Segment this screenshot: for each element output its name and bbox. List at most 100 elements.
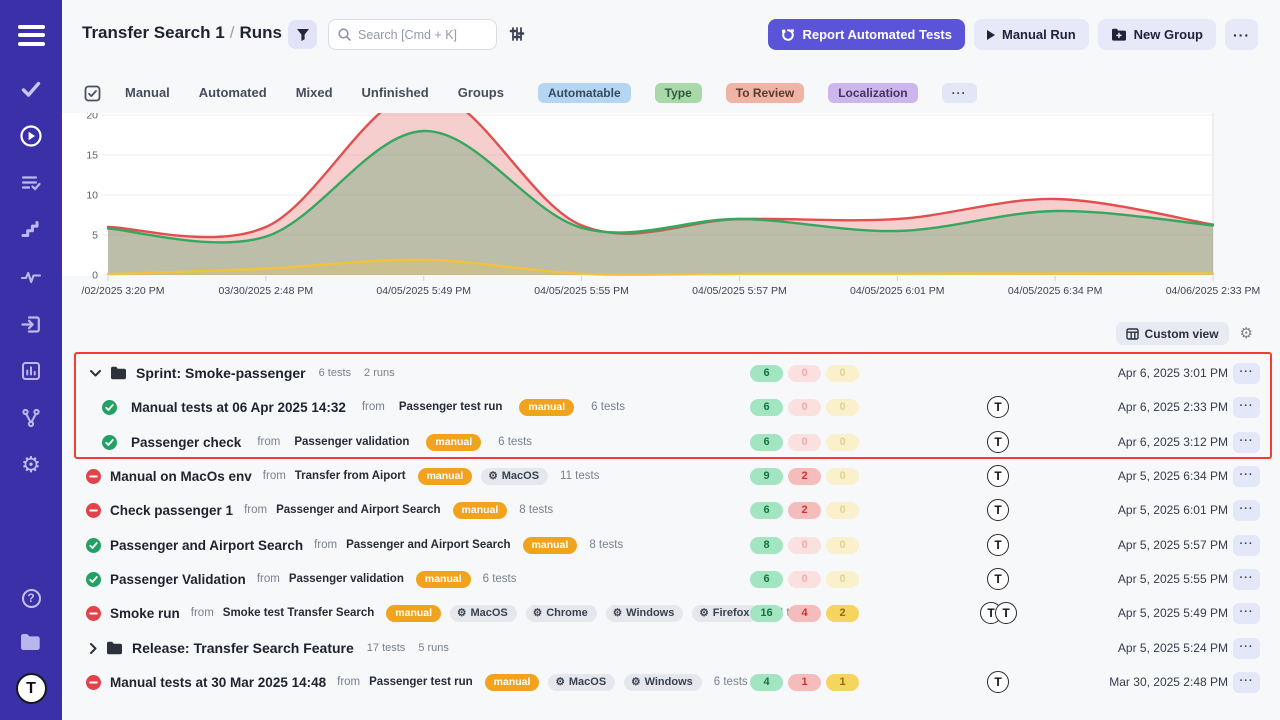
failed-count: 4 <box>788 605 821 622</box>
skipped-count: 0 <box>826 434 859 451</box>
manual-badge: manual <box>523 537 578 554</box>
passed-count: 6 <box>750 365 783 382</box>
run-row[interactable]: Manual on MacOs envfromTransfer from Aip… <box>62 459 1280 493</box>
header-more-button[interactable]: ··· <box>1225 19 1258 50</box>
manual-badge: manual <box>416 571 471 588</box>
library-button[interactable] <box>18 629 44 655</box>
failed-count: 2 <box>788 502 821 519</box>
assignee-avatars: T <box>987 534 1009 556</box>
run-title: Passenger check <box>131 435 241 450</box>
run-date: Apr 6, 2025 3:01 PM <box>1118 366 1228 380</box>
run-row[interactable]: Smoke runfromSmoke test Transfer Searchm… <box>62 596 1280 630</box>
chevron-down-icon[interactable] <box>90 370 101 377</box>
run-row[interactable]: Manual tests at 06 Apr 2025 14:32fromPas… <box>62 390 1280 424</box>
source-suite: Passenger and Airport Search <box>276 504 440 516</box>
sidebar-item-pulse[interactable] <box>18 264 44 290</box>
env-label: MacOS <box>470 607 507 619</box>
filter-chip-type[interactable]: Type <box>655 83 702 103</box>
sidebar-item-versions[interactable] <box>18 405 44 431</box>
filter-button[interactable] <box>288 20 317 49</box>
filter-chip--[interactable]: ··· <box>942 83 977 103</box>
row-more-button[interactable]: ··· <box>1233 363 1260 384</box>
x-tick-label: 04/05/2025 5:57 PM <box>674 285 804 297</box>
manual-badge: manual <box>426 434 481 451</box>
run-row[interactable]: Passenger ValidationfromPassenger valida… <box>62 562 1280 596</box>
run-row[interactable]: Manual tests at 30 Mar 2025 14:48fromPas… <box>62 665 1280 699</box>
check-icon <box>20 78 42 100</box>
filter-chip-localization[interactable]: Localization <box>828 83 917 103</box>
row-main: Check passenger 1fromPassenger and Airpo… <box>62 502 553 519</box>
group-row[interactable]: Sprint: Smoke-passenger6 tests2 runs600A… <box>62 356 1280 390</box>
breadcrumb-project[interactable]: Transfer Search 1 <box>82 23 225 42</box>
row-main: Manual tests at 30 Mar 2025 14:48fromPas… <box>62 674 748 691</box>
row-more-button[interactable]: ··· <box>1233 397 1260 418</box>
row-more-button[interactable]: ··· <box>1233 638 1260 659</box>
row-more-button[interactable]: ··· <box>1233 500 1260 521</box>
filter-chip-automatable[interactable]: Automatable <box>538 83 631 103</box>
sidebar-item-milestones[interactable] <box>18 217 44 243</box>
source-suite: Transfer from Aiport <box>295 470 406 482</box>
tests-count: 11 tests <box>560 470 599 482</box>
run-title: Smoke run <box>110 606 180 621</box>
env-label: Windows <box>626 607 674 619</box>
row-more-button[interactable]: ··· <box>1233 466 1260 487</box>
sidebar-item-runs[interactable] <box>18 123 44 149</box>
help-button[interactable]: ? <box>18 585 44 611</box>
folder-plus-icon <box>1111 28 1127 41</box>
row-more-button[interactable]: ··· <box>1233 603 1260 624</box>
tab-manual[interactable]: Manual <box>125 85 170 100</box>
search-input[interactable] <box>358 28 478 42</box>
sidebar-item-import[interactable] <box>18 311 44 337</box>
x-tick-label: 04/05/2025 5:55 PM <box>517 285 647 297</box>
run-row[interactable]: Passenger checkfromPassenger validationm… <box>62 425 1280 459</box>
row-main: Manual on MacOs envfromTransfer from Aip… <box>62 468 599 485</box>
sidebar-item-settings[interactable]: ⚙ <box>18 452 44 478</box>
run-row[interactable]: Check passenger 1fromPassenger and Airpo… <box>62 493 1280 527</box>
report-automated-tests-button[interactable]: Report Automated Tests <box>768 19 965 50</box>
passed-count: 6 <box>750 434 783 451</box>
run-date: Apr 5, 2025 5:55 PM <box>1118 572 1228 586</box>
select-all-button[interactable] <box>84 85 101 102</box>
tab-groups[interactable]: Groups <box>458 85 504 100</box>
new-group-button[interactable]: New Group <box>1098 19 1216 50</box>
row-more-button[interactable]: ··· <box>1233 432 1260 453</box>
tab-unfinished[interactable]: Unfinished <box>362 85 429 100</box>
run-date: Mar 30, 2025 2:48 PM <box>1109 675 1228 689</box>
status-failed-icon <box>86 503 101 518</box>
tests-count: 8 tests <box>589 539 623 551</box>
breadcrumb: Transfer Search 1/Runs <box>82 23 282 43</box>
automation-gear-icon <box>781 28 795 42</box>
run-row[interactable]: Passenger and Airport SearchfromPassenge… <box>62 528 1280 562</box>
group-row[interactable]: Release: Transfer Search Feature17 tests… <box>62 631 1280 665</box>
custom-view-row: Custom view ⚙ <box>1116 322 1253 345</box>
adjustments-button[interactable] <box>509 26 525 47</box>
chevron-right-icon[interactable] <box>90 643 97 654</box>
sidebar-item-analytics[interactable] <box>18 358 44 384</box>
env-chip-macos: ⚙MacOS <box>548 674 615 691</box>
env-chip-macos: ⚙MacOS <box>481 468 548 485</box>
row-more-button[interactable]: ··· <box>1233 569 1260 590</box>
select-all-icon <box>84 85 101 102</box>
sidebar-item-plans[interactable] <box>18 170 44 196</box>
row-more-button[interactable]: ··· <box>1233 535 1260 556</box>
custom-view-button[interactable]: Custom view <box>1116 322 1229 345</box>
tab-mixed[interactable]: Mixed <box>296 85 333 100</box>
assignee-avatars: TT <box>980 602 1017 624</box>
run-date: Apr 5, 2025 5:24 PM <box>1118 641 1228 655</box>
sidebar-item-tests[interactable] <box>18 76 44 102</box>
menu-icon[interactable] <box>18 20 45 50</box>
env-chip-windows: ⚙Windows <box>624 674 702 691</box>
run-date: Apr 5, 2025 6:34 PM <box>1118 469 1228 483</box>
manual-run-button[interactable]: Manual Run <box>974 19 1089 50</box>
filter-chip-to-review[interactable]: To Review <box>726 83 804 103</box>
custom-view-label: Custom view <box>1145 327 1219 341</box>
tab-automated[interactable]: Automated <box>199 85 267 100</box>
assignee-avatars: T <box>987 465 1009 487</box>
avatar: T <box>987 465 1009 487</box>
gear-icon: ⚙ <box>555 677 564 688</box>
skipped-count: 2 <box>826 605 859 622</box>
view-settings-gear-icon[interactable]: ⚙ <box>1240 326 1253 341</box>
workspace-logo[interactable]: T <box>16 673 47 704</box>
help-icon: ? <box>22 589 41 608</box>
row-more-button[interactable]: ··· <box>1233 672 1260 693</box>
